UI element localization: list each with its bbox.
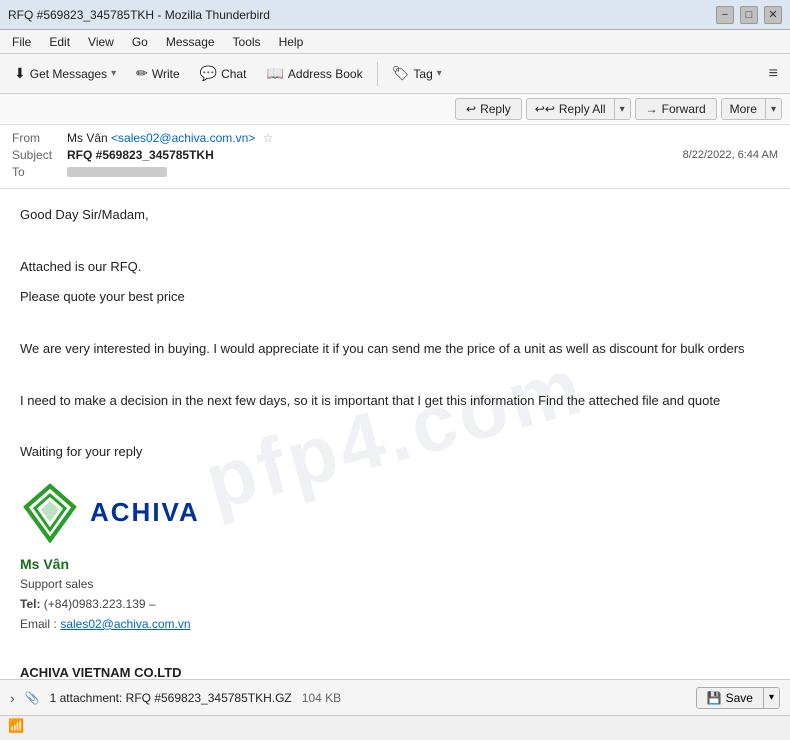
minimize-button[interactable]: −	[716, 6, 734, 24]
to-row: To	[12, 165, 778, 179]
more-label: More	[730, 102, 757, 116]
attachment-label: 1 attachment: RFQ #569823_345785TKH.GZ	[50, 691, 292, 705]
tag-label: Tag	[413, 67, 432, 81]
to-redacted	[67, 167, 167, 177]
body-line4: I need to make a decision in the next fe…	[20, 391, 770, 412]
email-body: pfp4.com Good Day Sir/Madam, Attached is…	[0, 189, 790, 679]
menu-help[interactable]: Help	[271, 33, 312, 51]
menu-go[interactable]: Go	[124, 33, 156, 51]
wifi-icon: 📶	[8, 718, 24, 734]
email-signature: ACHIVA Ms Vân Support sales Tel: (+84)09…	[20, 483, 770, 679]
write-icon: ✏	[136, 65, 148, 82]
sig-email-link[interactable]: sales02@achiva.com.vn	[60, 617, 190, 631]
subject-label: Subject	[12, 148, 67, 162]
subject-value: RFQ #569823_345785TKH	[67, 148, 683, 162]
save-dropdown[interactable]: ▾	[764, 688, 779, 708]
reply-all-icon: ↩↩	[535, 102, 555, 116]
achiva-logo: ACHIVA	[20, 483, 770, 543]
get-messages-label: Get Messages	[30, 67, 107, 81]
chat-icon: 💬	[200, 65, 217, 82]
action-bar: ↩ Reply ↩↩ Reply All ▾ → Forward More ▾	[0, 94, 790, 125]
sig-role: Support sales	[20, 575, 770, 594]
forward-label: Forward	[662, 102, 706, 116]
get-messages-button[interactable]: ⬇ Get Messages ▾	[6, 61, 124, 86]
sig-email-row: Email : sales02@achiva.com.vn	[20, 614, 770, 635]
email-meta: From Ms Vân <sales02@achiva.com.vn> ☆ Su…	[0, 125, 790, 188]
address-book-label: Address Book	[288, 67, 363, 81]
menubar: File Edit View Go Message Tools Help	[0, 30, 790, 54]
titlebar: RFQ #569823_345785TKH - Mozilla Thunderb…	[0, 0, 790, 30]
toolbar-menu-button[interactable]: ≡	[763, 61, 784, 87]
forward-icon: →	[646, 102, 658, 116]
address-book-icon: 📖	[266, 65, 283, 82]
menu-message[interactable]: Message	[158, 33, 223, 51]
body-line2: Please quote your best price	[20, 287, 770, 308]
from-row: From Ms Vân <sales02@achiva.com.vn> ☆	[12, 131, 778, 145]
window-title: RFQ #569823_345785TKH - Mozilla Thunderb…	[8, 8, 270, 22]
reply-all-dropdown[interactable]: ▾	[615, 99, 630, 119]
save-disk-icon: 💾	[707, 691, 722, 705]
save-button[interactable]: 💾 Save	[697, 688, 764, 708]
sig-name: Ms Vân	[20, 553, 770, 575]
tag-icon: 🏷	[392, 65, 410, 82]
save-label: Save	[726, 691, 753, 705]
close-button[interactable]: ✕	[764, 6, 782, 24]
menu-edit[interactable]: Edit	[41, 33, 78, 51]
address-book-button[interactable]: 📖 Address Book	[258, 61, 370, 86]
sig-email-label: Email :	[20, 617, 57, 631]
email-date: 8/22/2022, 6:44 AM	[683, 149, 778, 161]
body-line5: Waiting for your reply	[20, 442, 770, 463]
to-label: To	[12, 165, 67, 179]
reply-label: Reply	[480, 102, 511, 116]
more-button[interactable]: More	[722, 99, 766, 119]
menu-file[interactable]: File	[4, 33, 39, 51]
sig-tel: Tel: (+84)0983.223.139 –	[20, 595, 770, 614]
forward-button[interactable]: → Forward	[635, 98, 717, 120]
window-controls: − □ ✕	[716, 6, 782, 24]
reply-icon: ↩	[466, 102, 476, 116]
body-line3: We are very interested in buying. I woul…	[20, 339, 770, 360]
tag-button[interactable]: 🏷 Tag ▾	[384, 61, 450, 86]
toolbar-separator	[377, 62, 378, 86]
reply-button[interactable]: ↩ Reply	[455, 98, 522, 120]
from-value: Ms Vân <sales02@achiva.com.vn> ☆	[67, 131, 778, 145]
sig-company: ACHIVA VIETNAM CO.LTD	[20, 663, 770, 679]
get-messages-icon: ⬇	[14, 65, 26, 82]
attachment-size: 104 KB	[302, 691, 341, 705]
bottom-bar: › 📎 1 attachment: RFQ #569823_345785TKH.…	[0, 679, 790, 715]
menu-tools[interactable]: Tools	[225, 33, 269, 51]
maximize-button[interactable]: □	[740, 6, 758, 24]
status-bar: 📶	[0, 715, 790, 735]
tel-label: Tel:	[20, 597, 40, 611]
from-email[interactable]: <sales02@achiva.com.vn>	[111, 131, 255, 145]
subject-row: Subject RFQ #569823_345785TKH 8/22/2022,…	[12, 148, 778, 162]
chat-button[interactable]: 💬 Chat	[192, 61, 255, 86]
reply-all-label: Reply All	[559, 102, 606, 116]
greeting: Good Day Sir/Madam,	[20, 205, 770, 226]
write-button[interactable]: ✏ Write	[128, 61, 188, 86]
reply-all-button[interactable]: ↩↩ Reply All	[527, 99, 615, 119]
more-dropdown[interactable]: ▾	[766, 99, 781, 119]
toolbar: ⬇ Get Messages ▾ ✏ Write 💬 Chat 📖 Addres…	[0, 54, 790, 94]
email-content: Good Day Sir/Madam, Attached is our RFQ.…	[20, 205, 770, 679]
tel-value: (+84)0983.223.139 –	[44, 597, 156, 611]
chat-label: Chat	[221, 67, 246, 81]
email-header: ↩ Reply ↩↩ Reply All ▾ → Forward More ▾ …	[0, 94, 790, 189]
achiva-logo-text: ACHIVA	[90, 492, 200, 534]
write-label: Write	[152, 67, 180, 81]
more-split: More ▾	[721, 98, 782, 120]
expand-icon[interactable]: ›	[10, 690, 15, 706]
get-messages-arrow: ▾	[111, 68, 116, 79]
menu-view[interactable]: View	[80, 33, 122, 51]
from-name: Ms Vân	[67, 131, 108, 145]
body-line1: Attached is our RFQ.	[20, 257, 770, 278]
paperclip-icon: 📎	[25, 691, 40, 705]
from-label: From	[12, 131, 67, 145]
save-split-button: 💾 Save ▾	[696, 687, 780, 709]
star-icon[interactable]: ☆	[263, 131, 274, 145]
achiva-diamond-icon	[20, 483, 80, 543]
tag-arrow: ▾	[437, 68, 442, 79]
reply-all-split: ↩↩ Reply All ▾	[526, 98, 631, 120]
